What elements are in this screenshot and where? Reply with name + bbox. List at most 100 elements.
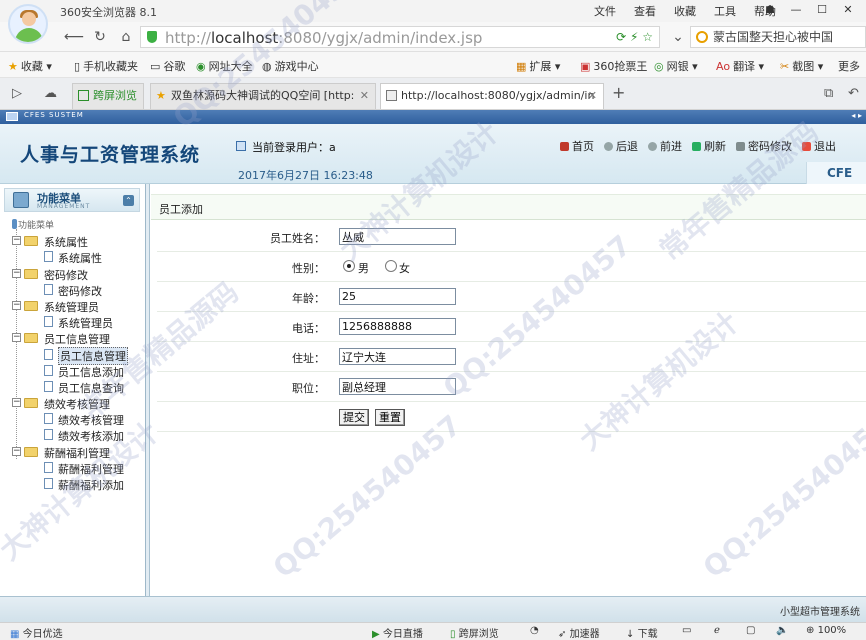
refresh-icon[interactable]: ↻	[90, 28, 110, 46]
menu-tools[interactable]: 工具	[714, 3, 736, 19]
search-input[interactable]: 蒙古国整天担心被中国	[690, 26, 866, 48]
address-url[interactable]: http://localhost:8080/ygjx/admin/index.j…	[165, 29, 482, 47]
document-icon	[44, 478, 53, 489]
minimize-button[interactable]: —	[784, 2, 808, 18]
cloud-icon[interactable]: ☁	[44, 86, 57, 101]
bookmark-favorites[interactable]: ★ 收藏 ▾	[8, 58, 52, 74]
sidebar-group-system-props[interactable]: − 系统属性	[0, 233, 146, 249]
status-sound-icon[interactable]: 🔈	[776, 625, 788, 636]
back-arrow-icon[interactable]: ⟵	[64, 28, 84, 46]
collapse-box-icon[interactable]: −	[12, 268, 21, 278]
status-ie-icon[interactable]: ℯ	[714, 625, 720, 636]
tab-qq-space[interactable]: ★ 双鱼林源码大神调试的QQ空间 [http: ✕	[150, 83, 376, 109]
folder-icon	[24, 300, 38, 311]
age-field[interactable]	[339, 288, 456, 305]
bookmark-screenshot[interactable]: ✂ 截图 ▾	[780, 58, 823, 74]
bookmark-tickets[interactable]: ▣ 360抢票王	[580, 58, 647, 74]
reset-button[interactable]: 重置	[375, 409, 405, 426]
nav-home[interactable]: 首页	[560, 138, 594, 154]
bookmark-label: 手机收藏夹	[83, 60, 139, 73]
position-field[interactable]	[339, 378, 456, 395]
status-window-icon[interactable]: ▢	[746, 625, 755, 636]
phone-field[interactable]	[339, 318, 456, 335]
sidebar-group-admins[interactable]: − 系统管理员	[0, 298, 146, 314]
address-field[interactable]	[339, 348, 456, 365]
tab-cross-screen[interactable]: 跨屏浏览	[72, 83, 144, 109]
sidebar-group-salary[interactable]: − 薪酬福利管理	[0, 444, 146, 460]
chevron-down-icon[interactable]: ⌄	[668, 28, 688, 46]
name-field[interactable]	[339, 228, 456, 245]
nav-password-label: 密码修改	[748, 140, 792, 153]
nav-refresh[interactable]: 刷新	[692, 138, 726, 154]
sidebar-splitter[interactable]	[146, 184, 150, 596]
maximize-button[interactable]: ☐	[810, 2, 834, 18]
user-avatar[interactable]	[8, 4, 48, 44]
close-button[interactable]: ✕	[836, 2, 860, 18]
sidebar-item-performance-add[interactable]: 绩效考核添加	[0, 427, 146, 443]
nav-change-password[interactable]: 密码修改	[736, 138, 792, 154]
collapse-box-icon[interactable]: −	[12, 446, 21, 456]
sidebar-item-system-props[interactable]: 系统属性	[0, 249, 146, 265]
sidebar-group-performance[interactable]: − 绩效考核管理	[0, 395, 146, 411]
undo-icon[interactable]: ↶	[848, 86, 859, 101]
bookmark-google[interactable]: ▭ 谷歌	[150, 58, 185, 74]
sidebar-toggle-icon[interactable]: ▷	[12, 86, 22, 101]
skin-icon[interactable]: ☗	[758, 2, 782, 18]
gender-male-radio[interactable]	[343, 260, 355, 272]
scroll-arrows-icon[interactable]: ◂ ▸	[851, 111, 862, 120]
window-controls: ☗ — ☐ ✕	[758, 2, 860, 18]
nav-logout[interactable]: 退出	[802, 138, 836, 154]
menu-favorites[interactable]: 收藏	[674, 3, 696, 19]
sidebar-group-password[interactable]: − 密码修改	[0, 266, 146, 282]
collapse-icon[interactable]: ⌃	[123, 195, 134, 206]
status-live[interactable]: ▶ 今日直播	[372, 625, 423, 640]
menu-file[interactable]: 文件	[594, 3, 616, 19]
restore-tab-icon[interactable]: ⧉	[824, 86, 833, 101]
close-icon[interactable]: ✕	[360, 84, 369, 108]
bookmark-mobile[interactable]: ▯ 手机收藏夹	[74, 58, 138, 74]
sidebar-menu: 功能菜单 MANAGEMENT ⌃ 功能菜单 − 系统属性 系统属性 − 密码修改 …	[0, 184, 146, 596]
bookmark-sites[interactable]: ◉ 网址大全	[196, 58, 253, 74]
bookmark-more[interactable]: 更多	[838, 58, 860, 74]
collapse-box-icon[interactable]: −	[12, 300, 21, 310]
item-label: 绩效考核管理	[58, 414, 124, 428]
status-calendar-icon[interactable]: ▭	[682, 625, 691, 636]
nav-back-label: 后退	[616, 140, 638, 153]
bookmark-bank[interactable]: ◎ 网银 ▾	[654, 58, 698, 74]
close-icon[interactable]: ✕	[588, 84, 597, 108]
collapse-box-icon[interactable]: −	[12, 333, 21, 343]
home-icon[interactable]: ⌂	[116, 28, 136, 46]
collapse-box-icon[interactable]: −	[12, 236, 21, 246]
status-cross-screen[interactable]: ▯ 跨屏浏览	[450, 625, 499, 640]
bookmark-label: 网银	[666, 60, 689, 73]
address-tools-icon[interactable]: ⟳ ⚡ ☆	[616, 30, 653, 44]
new-tab-icon[interactable]: +	[612, 83, 625, 102]
status-download[interactable]: ↓ 下载	[626, 625, 658, 640]
sidebar-item-employee-query[interactable]: 员工信息查询	[0, 379, 146, 395]
menu-view[interactable]: 查看	[634, 3, 656, 19]
tree-root-icon	[12, 219, 17, 229]
status-sync-icon[interactable]: ◔	[530, 625, 539, 636]
sidebar-item-admins[interactable]: 系统管理员	[0, 314, 146, 330]
address-bar[interactable]: http://localhost:8080/ygjx/admin/index.j…	[140, 26, 660, 48]
status-accelerator[interactable]: ➶ 加速器	[558, 625, 600, 640]
bookmark-games[interactable]: ◍ 游戏中心	[262, 58, 319, 74]
bookmark-extensions[interactable]: ▦ 扩展 ▾	[516, 58, 560, 74]
sidebar-item-employee-add[interactable]: 员工信息添加	[0, 363, 146, 379]
bookmark-translate[interactable]: Ao 翻译 ▾	[716, 58, 764, 74]
sidebar-item-performance-manage[interactable]: 绩效考核管理	[0, 411, 146, 427]
submit-button[interactable]: 提交	[339, 409, 369, 426]
sidebar-item-salary-manage[interactable]: 薪酬福利管理	[0, 460, 146, 476]
sidebar-item-employee-manage[interactable]: 员工信息管理	[0, 346, 146, 365]
collapse-box-icon[interactable]: −	[12, 398, 21, 408]
sidebar-group-employees[interactable]: − 员工信息管理	[0, 330, 146, 346]
sidebar-item-password[interactable]: 密码修改	[0, 282, 146, 298]
sidebar-item-salary-add[interactable]: 薪酬福利添加	[0, 476, 146, 492]
nav-forward[interactable]: 前进	[648, 138, 682, 154]
gender-female-radio[interactable]	[385, 260, 397, 272]
status-zoom[interactable]: ⊕ 100%	[806, 625, 846, 636]
status-today-picks[interactable]: ▦ 今日优选	[10, 625, 63, 640]
tab-localhost[interactable]: http://localhost:8080/ygjx/admin/in ✕	[380, 83, 604, 109]
nav-back[interactable]: 后退	[604, 138, 638, 154]
main-content: 员工添加 员工姓名： 性别： 男 女 年龄： 电话：	[151, 184, 866, 596]
